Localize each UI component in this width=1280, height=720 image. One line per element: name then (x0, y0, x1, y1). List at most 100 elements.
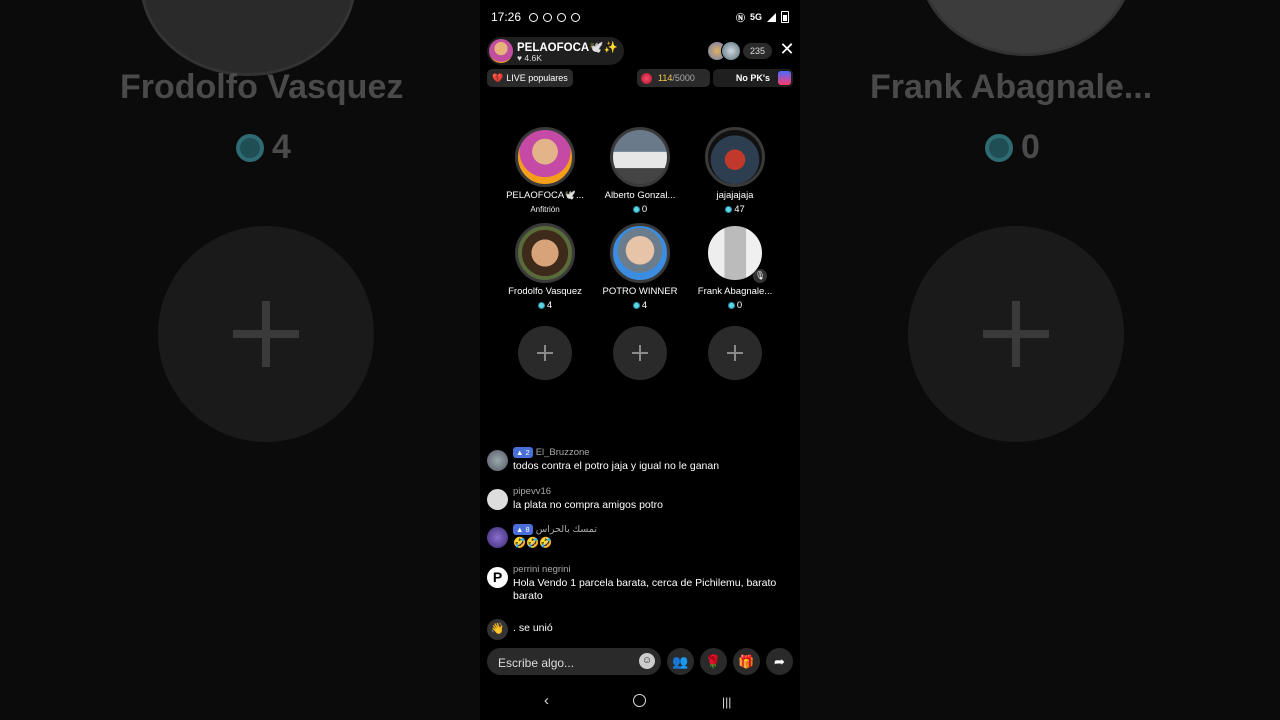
diamond-icon (727, 302, 735, 309)
add-guest-button[interactable] (708, 326, 762, 380)
chat-avatar[interactable] (487, 489, 508, 510)
guest-avatar[interactable] (515, 127, 575, 187)
guest-avatar[interactable] (610, 223, 670, 283)
add-guest-button[interactable] (613, 326, 667, 380)
diamond-icon (632, 302, 640, 309)
guest-score: 0 (687, 300, 783, 311)
background-plus (158, 226, 374, 442)
comment-input[interactable] (496, 648, 640, 677)
background-left: Frodolfo Vasquez 4 (0, 0, 480, 720)
status-bar: 17:26 Ⓝ 5G (491, 9, 789, 25)
pk-badge-icon (778, 71, 791, 85)
host-info[interactable]: PELAOFOCA🕊️✨ ♥ 4.6K (487, 37, 624, 65)
guest-slot[interactable]: 🎙 Frank Abagnale... 0 (687, 223, 783, 311)
chat-avatar[interactable]: P (487, 567, 508, 588)
guest-score-value: 4 (546, 300, 553, 311)
battery-icon (781, 11, 789, 23)
guest-score: 4 (497, 300, 593, 311)
level-value: 8 (525, 525, 530, 534)
host-avatar[interactable] (489, 39, 513, 63)
status-time: 17:26 (491, 10, 522, 24)
rose-icon: 🌹 (705, 653, 722, 669)
chat-text: todos contra el potro jaja y igual no le… (513, 460, 720, 472)
background-score-value: 0 (1021, 128, 1040, 166)
diamond-icon (236, 133, 264, 162)
host-likes: ♥ 4.6K (517, 53, 542, 63)
heart-icon: 💔 (492, 72, 504, 83)
guest-score-value: 47 (734, 204, 745, 215)
guest-slot[interactable]: jajajajaja 47 (687, 127, 783, 215)
guest-slot[interactable]: Frodolfo Vasquez 4 (497, 223, 593, 311)
network-label: 5G (749, 12, 762, 22)
back-icon[interactable]: ‹ (544, 692, 549, 709)
chat-username: perrini negrini (513, 564, 571, 575)
background-name: Frodolfo Vasquez (120, 68, 404, 106)
signal-icon (767, 12, 776, 22)
notification-icon (529, 12, 539, 22)
guest-slot[interactable]: Alberto Gonzal... 0 (592, 127, 688, 215)
chat-username: pipevv16 (513, 486, 552, 497)
emoji-icon[interactable]: ☺ (639, 653, 655, 669)
nfc-icon: Ⓝ (735, 12, 745, 23)
diamond-icon (725, 206, 733, 213)
chat-text: 🤣🤣🤣 (513, 537, 553, 549)
guest-avatar[interactable] (610, 127, 670, 187)
home-icon[interactable] (633, 694, 646, 707)
gift-goal-total: /5000 (672, 73, 695, 83)
guest-avatar[interactable] (705, 127, 765, 187)
guest-name: Frank Abagnale... (697, 286, 773, 297)
status-system-icons: Ⓝ 5G (736, 11, 789, 24)
level-badge: ▲ 8 (513, 524, 533, 535)
close-icon: ✕ (779, 39, 795, 59)
background-avatar (918, 0, 1134, 56)
guest-score: 4 (592, 300, 688, 311)
rose-gift-button[interactable]: 🌹 (700, 648, 727, 675)
host-name: PELAOFOCA🕊️✨ (517, 42, 618, 54)
rose-icon (641, 72, 652, 84)
background-plus (908, 226, 1124, 442)
background-avatar (140, 0, 356, 76)
chat-user: ▲ 2 El_Bruzzone (513, 447, 590, 458)
viewer-avatar[interactable] (721, 41, 741, 61)
notification-icon (571, 12, 581, 22)
recents-icon[interactable]: ||| (722, 695, 731, 709)
background-right: Frank Abagnale... 0 (800, 0, 1280, 720)
level-badge: ▲ 2 (513, 447, 533, 458)
guest-avatar[interactable] (515, 223, 575, 283)
guest-name: Alberto Gonzal... (604, 190, 676, 201)
chat-username: El_Bruzzone (535, 447, 590, 458)
guest-request-button[interactable]: 👥 (667, 648, 694, 675)
wave-icon: 👋 (487, 619, 508, 640)
status-notification-icons (529, 12, 581, 22)
background-score: 0 (985, 128, 1040, 167)
close-button[interactable]: ✕ (778, 40, 796, 58)
microphone-muted-icon: 🎙 (753, 269, 767, 283)
live-popular-button[interactable]: 💔 LIVE populares (487, 69, 573, 87)
guest-score-value: 0 (641, 204, 648, 215)
guest-name: Frodolfo Vasquez (508, 286, 582, 297)
comment-box[interactable]: ☺ (487, 648, 661, 677)
guest-score: 0 (592, 204, 688, 215)
guest-score-value: 4 (641, 300, 648, 311)
gift-goal-current: 114 (658, 73, 673, 83)
p-logo-icon: P (492, 569, 503, 585)
chat-username: تمسك بالحراس (535, 524, 597, 535)
guest-slot[interactable]: POTRO WINNER 4 (592, 223, 688, 311)
phone-screen: 17:26 Ⓝ 5G PELAOFOCA🕊️✨ ♥ 4.6K 235 ✕ 💔 L… (480, 0, 800, 720)
gift-button[interactable]: 🎁 (733, 648, 760, 675)
guest-name: jajajajaja (716, 190, 754, 201)
share-button[interactable]: ➦ (766, 648, 793, 675)
pk-button[interactable]: No PK's (713, 69, 793, 87)
guest-slot-host[interactable]: PELAOFOCA🕊️... Anfitrión (497, 127, 593, 214)
viewer-list[interactable]: 235 (707, 41, 773, 61)
add-guest-button[interactable] (518, 326, 572, 380)
gift-goal[interactable]: 114/5000 (637, 69, 710, 87)
chat-avatar[interactable] (487, 450, 508, 471)
share-icon: ➦ (774, 653, 785, 669)
notification-icon (557, 12, 567, 22)
chat-user: ▲ 8 تمسك بالحراس (513, 524, 597, 535)
gift-icon: 🎁 (738, 653, 755, 669)
guest-score: 47 (687, 204, 783, 215)
chat-avatar[interactable] (487, 527, 508, 548)
chat-user: perrini negrini (513, 564, 571, 575)
